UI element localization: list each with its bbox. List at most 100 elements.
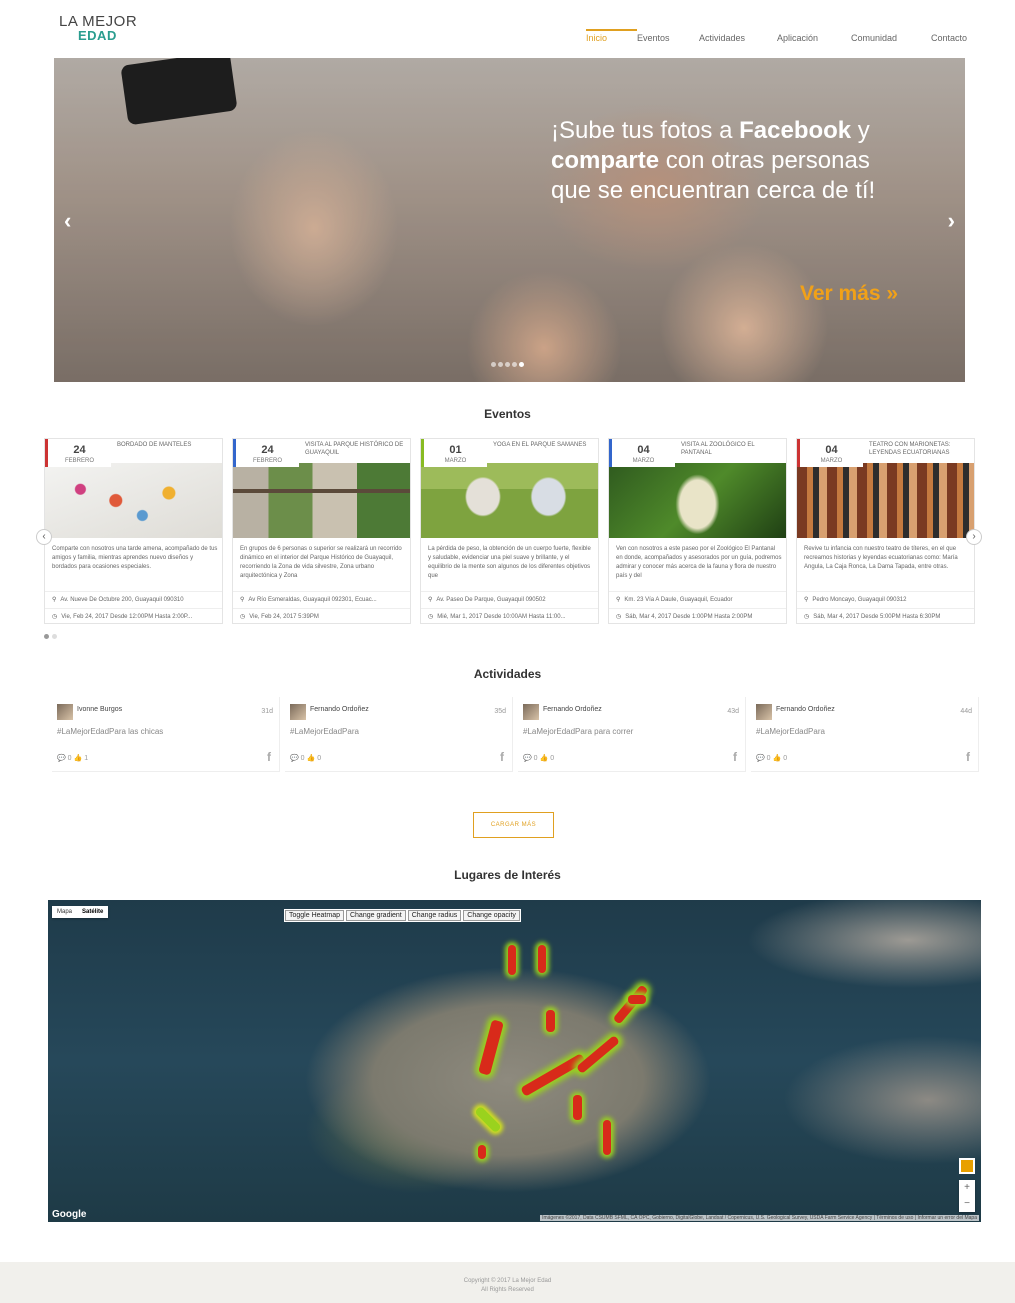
heatmap-spot <box>546 1010 555 1032</box>
change-radius-button[interactable]: Change radius <box>407 910 462 921</box>
change-opacity-button[interactable]: Change opacity <box>463 910 520 921</box>
event-address-text: Av Río Esmeraldas, Guayaquil 092301, Ecu… <box>248 597 377 603</box>
facebook-icon[interactable]: f <box>500 750 504 764</box>
nav-aplicacion[interactable]: Aplicación <box>777 33 851 43</box>
change-gradient-button[interactable]: Change gradient <box>345 910 406 921</box>
avatar[interactable] <box>523 704 539 720</box>
location-pin-icon: ⚲ <box>616 597 621 603</box>
load-more-button[interactable]: CARGAR MÁS <box>473 812 554 838</box>
event-image[interactable] <box>797 463 974 538</box>
activity-message: #LaMejorEdadPara las chicas <box>57 727 164 736</box>
hero-cta-link[interactable]: Ver más » <box>800 282 898 306</box>
site-footer: Copyright © 2017 La Mejor Edad All Right… <box>0 1262 1015 1303</box>
chevron-right-icon[interactable]: › <box>948 208 955 234</box>
event-address: ⚲ Av Río Esmeraldas, Guayaquil 092301, Ec… <box>233 591 410 607</box>
event-title[interactable]: VISITA AL ZOOLÓGICO EL PANTANAL <box>681 441 785 457</box>
event-month: FEBRERO <box>64 458 94 464</box>
events-pagination <box>44 634 57 639</box>
event-card[interactable]: 24 FEBRERO VISITA AL PARQUE HISTÓRICO DE… <box>232 438 411 624</box>
hero-headline: ¡Sube tus fotos a Facebook y comparte co… <box>551 116 951 206</box>
map-type-satelite[interactable]: Satélite <box>77 906 108 918</box>
event-month: MARZO <box>632 458 655 464</box>
clock-icon: ◷ <box>616 614 622 620</box>
event-card[interactable]: 04 MARZO VISITA AL ZOOLÓGICO EL PANTANAL… <box>608 438 787 624</box>
zoom-in-button[interactable]: + <box>959 1180 975 1196</box>
events-prev-button[interactable]: ‹ <box>36 529 52 545</box>
nav-comunidad[interactable]: Comunidad <box>851 33 931 43</box>
hero-dot[interactable] <box>491 362 496 367</box>
avatar[interactable] <box>57 704 73 720</box>
zoom-out-button[interactable]: − <box>959 1196 975 1212</box>
event-description: En grupos de 6 personas o superior se re… <box>240 546 402 579</box>
event-card[interactable]: 24 FEBRERO BORDADO DE MANTELES Comparte … <box>44 438 223 624</box>
activity-card[interactable]: Fernando Ordoñez 35d #LaMejorEdadPara 💬 … <box>285 697 513 772</box>
hero-dot[interactable] <box>505 362 510 367</box>
logo[interactable]: LA MEJOR EDAD <box>59 14 137 42</box>
heatmap-spot <box>508 945 516 975</box>
hero-dot[interactable] <box>498 362 503 367</box>
event-title[interactable]: YOGA EN EL PARQUE SAMANES <box>493 441 597 449</box>
chevron-left-icon: ‹ <box>42 531 46 542</box>
activity-user-name[interactable]: Fernando Ordoñez <box>776 706 835 713</box>
thumbs-up-icon: 👍 <box>73 755 83 762</box>
activity-card[interactable]: Ivonne Burgos 31d #LaMejorEdadPara las c… <box>52 697 280 772</box>
avatar[interactable] <box>290 704 306 720</box>
event-title[interactable]: VISITA AL PARQUE HISTÓRICO DE GUAYAQUIL <box>305 441 409 457</box>
hero-line2-bold: comparte <box>551 147 660 174</box>
toggle-heatmap-button[interactable]: Toggle Heatmap <box>285 910 344 921</box>
pegman-icon[interactable] <box>959 1158 975 1174</box>
activity-card[interactable]: Fernando Ordoñez 43d #LaMejorEdadPara pa… <box>518 697 746 772</box>
events-next-button[interactable]: › <box>966 529 982 545</box>
heatmap-spot <box>603 1120 611 1155</box>
comment-count: 0 <box>67 755 72 762</box>
facebook-icon[interactable]: f <box>966 750 970 764</box>
heatmap-spot <box>573 1095 582 1120</box>
avatar[interactable] <box>756 704 772 720</box>
event-time-text: Sáb, Mar 4, 2017 Desde 5:00PM Hasta 6:30… <box>813 614 941 620</box>
heatmap-map[interactable]: Mapa Satélite Toggle Heatmap Change grad… <box>48 900 981 1222</box>
map-attribution[interactable]: Imágenes ©2017, Data CSUMB SFML, CA OPC,… <box>540 1215 979 1221</box>
activity-card[interactable]: Fernando Ordoñez 44d #LaMejorEdadPara 💬 … <box>751 697 979 772</box>
hero-dot-active[interactable] <box>519 362 524 367</box>
nav-eventos[interactable]: Eventos <box>637 33 699 43</box>
events-dot-active[interactable] <box>44 634 49 639</box>
hero-dot[interactable] <box>512 362 517 367</box>
activity-user-name[interactable]: Fernando Ordoñez <box>310 706 369 713</box>
chevron-left-icon[interactable]: ‹ <box>64 208 71 234</box>
nav-contacto[interactable]: Contacto <box>931 33 976 43</box>
comment-count: 0 <box>766 755 771 762</box>
like-count: 1 <box>84 755 89 762</box>
activity-user-name[interactable]: Ivonne Burgos <box>77 706 122 713</box>
nav-actividades[interactable]: Actividades <box>699 33 777 43</box>
comment-icon: 💬 <box>756 755 765 762</box>
event-title[interactable]: BORDADO DE MANTELES <box>117 441 221 449</box>
event-time-text: Vie, Feb 24, 2017 5:39PM <box>249 614 319 620</box>
hero-pagination <box>491 362 524 367</box>
activity-stats: 💬 0 👍 0 <box>290 754 321 762</box>
clock-icon: ◷ <box>428 614 434 620</box>
facebook-icon[interactable]: f <box>733 750 737 764</box>
event-time-text: Vie, Feb 24, 2017 Desde 12:00PM Hasta 2:… <box>61 614 193 620</box>
nav-inicio[interactable]: Inicio <box>586 29 637 43</box>
event-address: ⚲ Av. Paseo De Parque, Guayaquil 090502 <box>421 591 598 607</box>
places-title: Lugares de Interés <box>454 868 561 882</box>
like-count: 0 <box>317 755 322 762</box>
activity-age: 35d <box>494 708 506 715</box>
events-dot[interactable] <box>52 634 57 639</box>
event-image[interactable] <box>233 463 410 538</box>
activity-user-name[interactable]: Fernando Ordoñez <box>543 706 602 713</box>
event-title[interactable]: TEATRO CON MARIONETAS: LEYENDAS ECUATORI… <box>869 441 973 457</box>
event-address-text: Av. Paseo De Parque, Guayaquil 090502 <box>436 597 546 603</box>
map-type-mapa[interactable]: Mapa <box>52 906 77 918</box>
activities-title: Actividades <box>473 667 542 681</box>
event-image[interactable] <box>45 463 222 538</box>
activity-stats: 💬 0 👍 1 <box>57 754 88 762</box>
event-card[interactable]: 01 MARZO YOGA EN EL PARQUE SAMANES La pé… <box>420 438 599 624</box>
comment-icon: 💬 <box>523 755 532 762</box>
event-image[interactable] <box>609 463 786 538</box>
facebook-icon[interactable]: f <box>267 750 271 764</box>
event-card[interactable]: 04 MARZO TEATRO CON MARIONETAS: LEYENDAS… <box>796 438 975 624</box>
heatmap-spot <box>612 984 649 1025</box>
event-image[interactable] <box>421 463 598 538</box>
event-date: 04 MARZO <box>797 439 863 467</box>
